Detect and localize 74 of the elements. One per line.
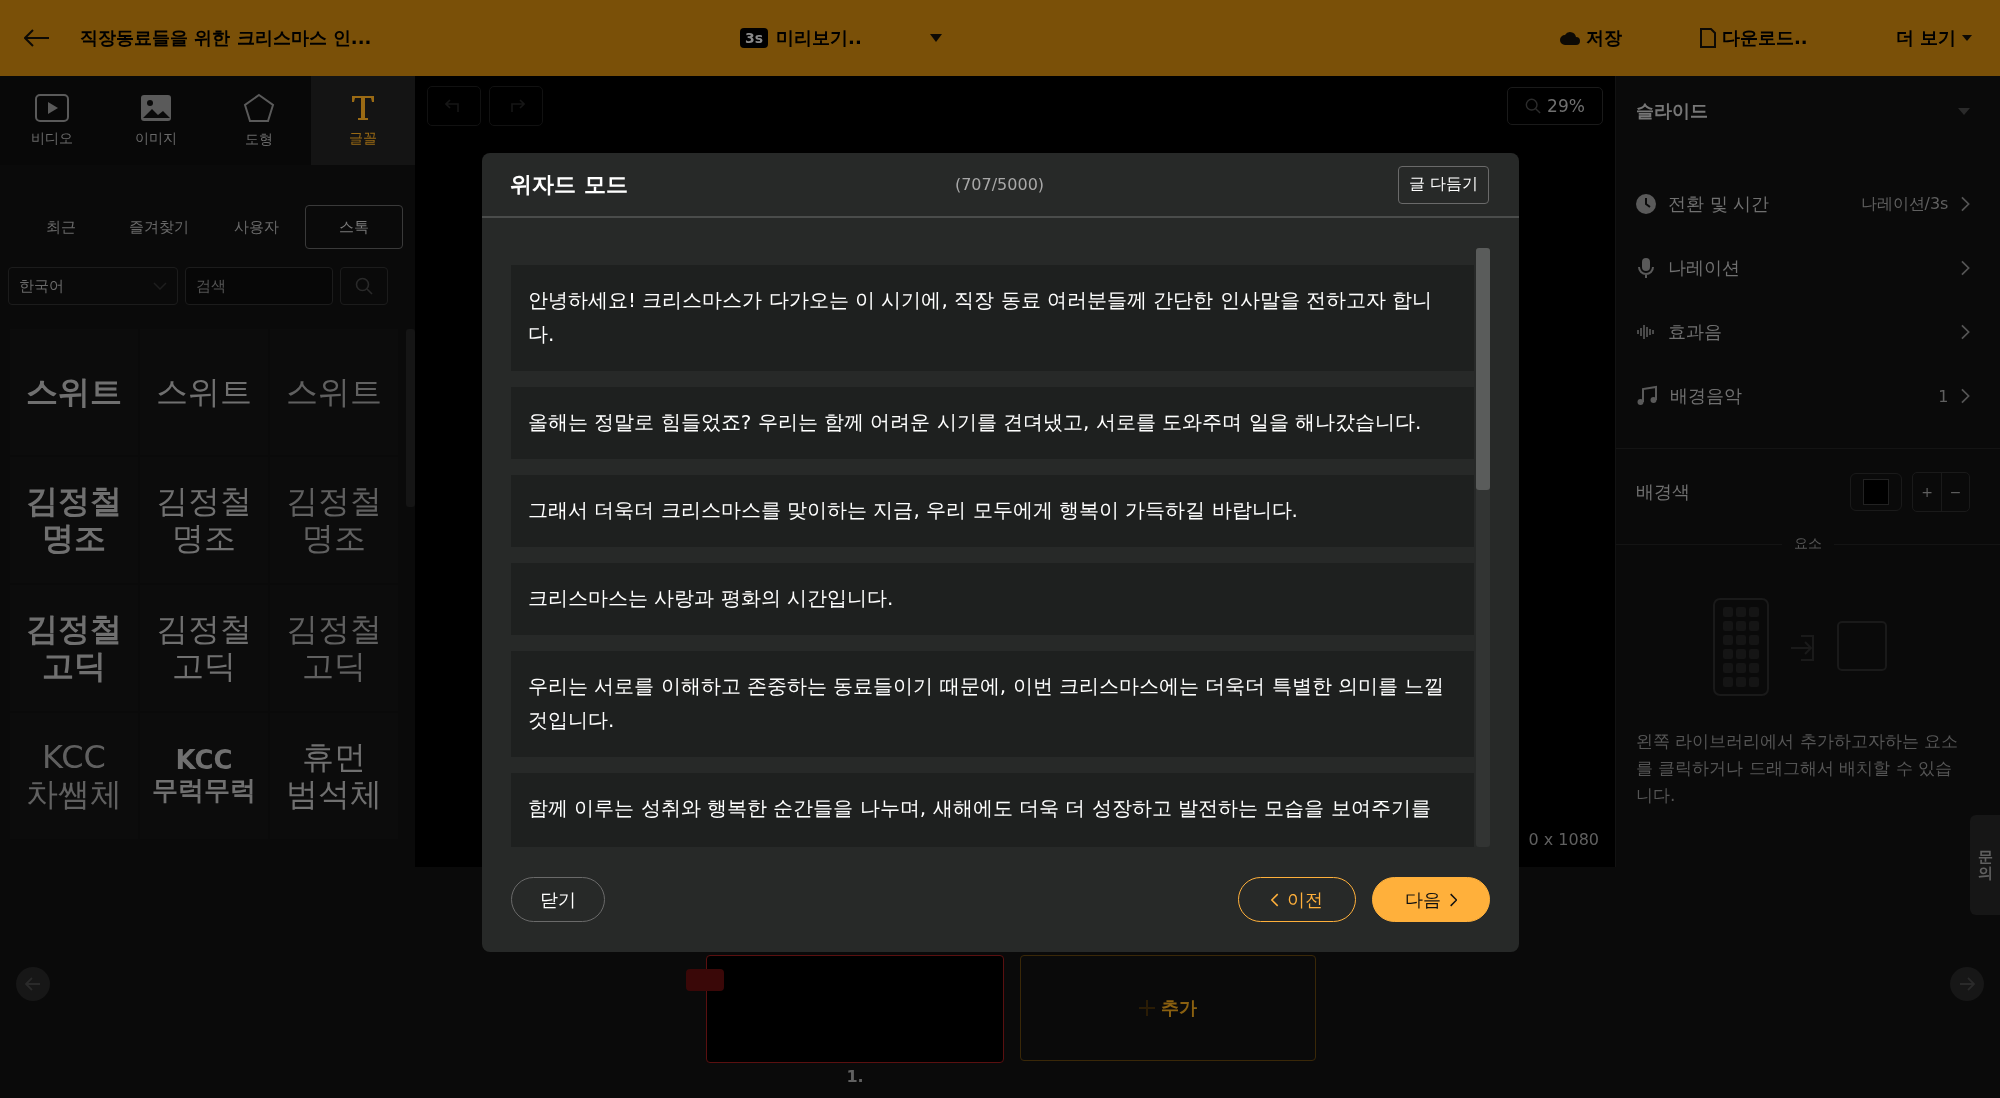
chevron-right-icon: [1960, 388, 1970, 404]
project-title: 직장동료들을 위한 크리스마스 인...: [80, 26, 373, 50]
chevron-right-icon: [1448, 892, 1458, 907]
row-value: 1: [1938, 386, 1949, 406]
search-icon: [355, 277, 373, 295]
video-icon: [34, 93, 69, 122]
more-button[interactable]: 더 보기: [1891, 22, 1976, 54]
cloud-icon: [1560, 31, 1581, 45]
paragraph-block[interactable]: 함께 이루는 성취와 행복한 순간들을 나누며, 새해에도 더욱 더 성장하고 발전하는 모습을 보여주기를: [511, 773, 1474, 847]
add-slide-button[interactable]: 추가: [1020, 955, 1316, 1061]
polish-text-button[interactable]: 글 다듬기: [1397, 165, 1489, 204]
font-category-tab[interactable]: 스톡: [305, 205, 403, 249]
chevron-right-icon: [1960, 324, 1970, 340]
settings-row[interactable]: 효과음: [1636, 300, 1970, 364]
row-value: 나레이션/3s: [1860, 193, 1949, 215]
plus-icon: [1139, 1000, 1155, 1016]
caret-down-icon[interactable]: [1958, 107, 1970, 115]
section-label: 요소: [1794, 535, 1822, 553]
back-arrow-icon[interactable]: [24, 29, 50, 47]
font-category-tab[interactable]: 즐겨찾기: [109, 205, 208, 249]
canvas-size-label: 0 x 1080: [1528, 830, 1600, 851]
clock-icon: [1636, 194, 1656, 214]
search-icon: [1525, 98, 1542, 114]
chevron-left-icon: [1270, 892, 1280, 907]
paragraph-block[interactable]: 우리는 서로를 이해하고 존중하는 동료들이기 때문에, 이번 크리스마스에는 더욱더 특별한 의미를 느낄 것입니다.: [511, 651, 1474, 757]
font-category-tab[interactable]: 최근: [12, 205, 110, 249]
row-label: 나레이션: [1668, 256, 1740, 280]
language-select[interactable]: 한국어: [8, 267, 178, 305]
file-icon: [1700, 28, 1717, 48]
color-swatch[interactable]: [1850, 473, 1902, 511]
download-button[interactable]: 다운로드..: [1696, 22, 1812, 54]
sound-wave-icon: [1636, 324, 1656, 340]
paragraph-block[interactable]: 크리스마스는 사랑과 평화의 시간입니다.: [511, 563, 1474, 635]
caret-down-icon: [1962, 35, 1972, 41]
settings-row[interactable]: 배경음악 1: [1636, 364, 1970, 428]
paragraph-block[interactable]: 올해는 정말로 힘들었죠? 우리는 함께 어려운 시기를 견뎌냈고, 서로를 도와주며 일을 해나갔습니다.: [511, 387, 1474, 459]
dialog-title: 위자드 모드: [510, 170, 629, 199]
add-button[interactable]: +: [1913, 473, 1941, 511]
duration-badge: 3s: [740, 28, 769, 48]
row-label: 효과음: [1668, 320, 1722, 344]
chevron-right-icon: [1960, 196, 1970, 212]
settings-row[interactable]: 전환 및 시간 나레이션/3s: [1636, 172, 1970, 236]
asset-tab[interactable]: 글꼴: [311, 76, 415, 165]
remove-button[interactable]: −: [1941, 473, 1969, 511]
next-button[interactable]: 다음: [1372, 877, 1490, 922]
character-count: (707/5000): [954, 175, 1045, 194]
slide-number: 1.: [846, 1067, 864, 1086]
preview-label[interactable]: 미리보기..: [776, 26, 862, 50]
panel-title: 슬라이드: [1636, 99, 1708, 123]
paragraph-block[interactable]: 그래서 더욱더 크리스마스를 맞이하는 지금, 우리 모두에게 행복이 가득하길 바랍니다.: [511, 475, 1474, 547]
slide-thumbnail[interactable]: [706, 955, 1004, 1063]
next-slide-button[interactable]: [1950, 967, 1984, 1001]
search-button[interactable]: [340, 267, 388, 305]
chevron-right-icon: [1960, 260, 1970, 276]
row-label: 전환 및 시간: [1668, 192, 1770, 216]
previous-slide-button[interactable]: [16, 967, 50, 1001]
image-icon: [139, 93, 172, 122]
search-field[interactable]: 검색: [185, 267, 333, 305]
background-color-label: 배경색: [1636, 480, 1690, 504]
help-tab[interactable]: 문의: [1970, 815, 2000, 915]
font-category-tab[interactable]: 사용자: [207, 205, 306, 249]
pentagon-icon: [243, 92, 276, 123]
scrollbar[interactable]: [1476, 248, 1490, 847]
zoom-button[interactable]: 29%: [1507, 87, 1603, 125]
music-note-icon: [1636, 385, 1658, 407]
save-button[interactable]: 저장: [1556, 22, 1627, 54]
caret-down-icon[interactable]: [929, 34, 942, 42]
hint-text: 왼쪽 라이브러리에서 추가하고자하는 요소를 클릭하거나 드래그해서 배치할 수 있습니다.: [1636, 730, 1960, 808]
row-label: 배경음악: [1670, 384, 1742, 408]
text-icon: [350, 93, 377, 122]
settings-row[interactable]: 나레이션: [1636, 236, 1970, 300]
microphone-icon: [1636, 257, 1656, 279]
paragraph-block[interactable]: 안녕하세요! 크리스마스가 다가오는 이 시기에, 직장 동료 여러분들께 간단한 인사말을 전하고자 합니다.: [511, 265, 1474, 371]
time-badge: [686, 969, 724, 991]
